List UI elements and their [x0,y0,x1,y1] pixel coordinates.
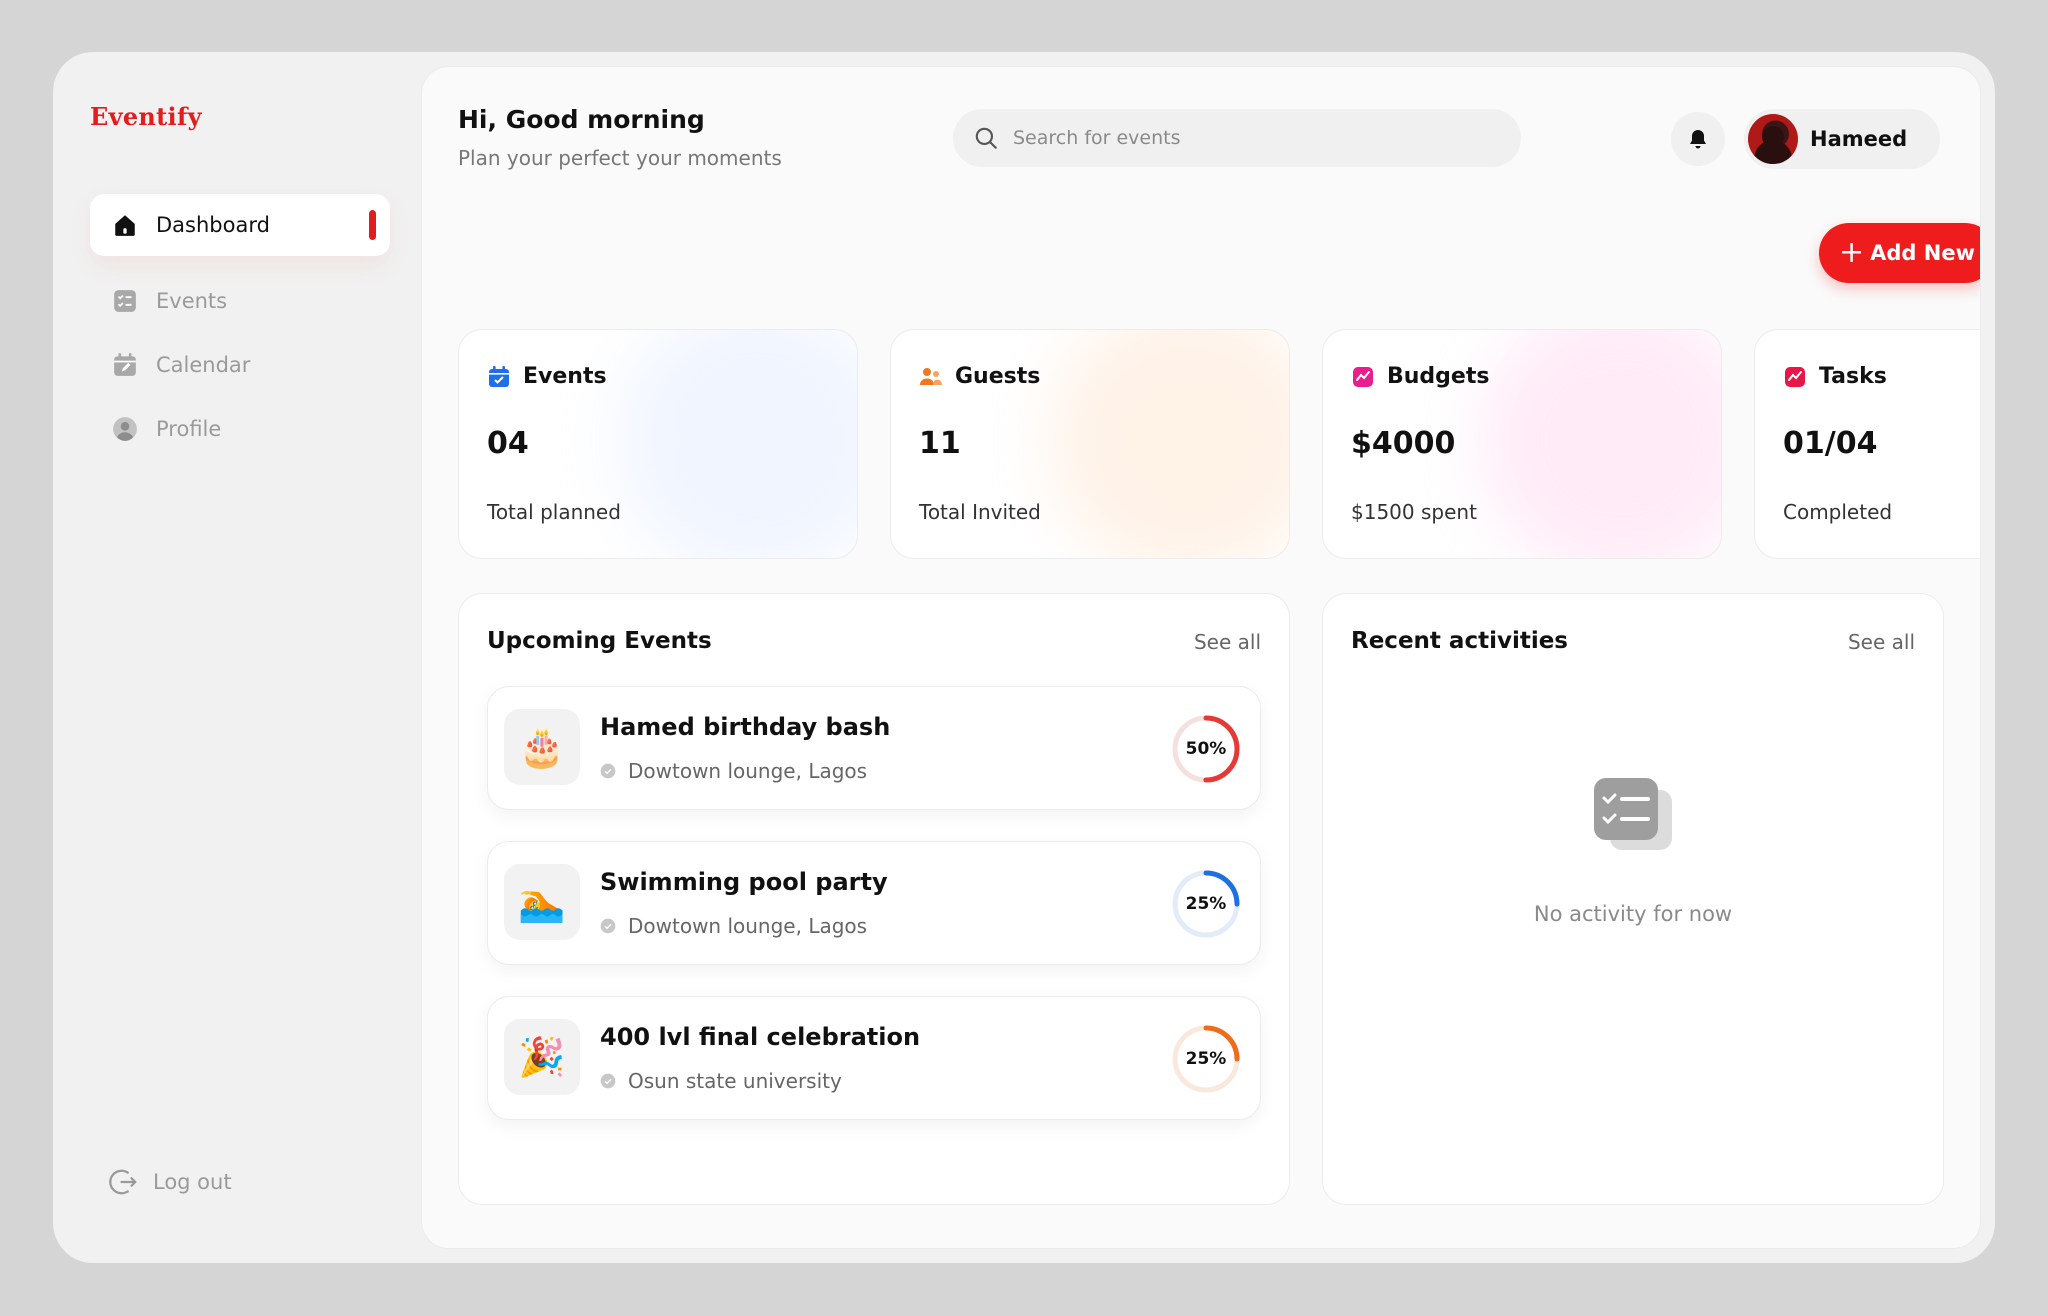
stat-value: 11 [919,426,961,461]
location-icon [600,918,616,934]
stat-label: Budgets [1387,364,1490,389]
empty-checklist-icon [1594,778,1672,850]
panel-title: Recent activities [1351,628,1568,654]
empty-state: No activity for now [1323,776,1943,926]
chart-icon [1353,366,1373,387]
stat-value: 04 [487,426,529,461]
empty-text: No activity for now [1533,902,1733,926]
calendar-check-icon [489,365,509,387]
chart-icon [1785,366,1805,387]
app-window: Eventify Dashboard Events Calendar Profi… [53,52,1995,1263]
stat-caption: $1500 spent [1351,500,1477,524]
card-glow [1481,330,1721,558]
progress-label: 25% [1185,1049,1227,1069]
search-bar[interactable] [953,109,1521,167]
bell-icon [1690,130,1706,149]
stat-caption: Total Invited [919,500,1041,524]
sidebar-item-label: Dashboard [156,213,270,237]
brand-logo: Eventify [90,102,202,131]
event-title: Swimming pool party [600,868,888,896]
home-icon [112,212,138,238]
pool-icon: 🏊 [504,864,580,940]
event-card[interactable]: 🎉 400 lvl final celebration Osun state u… [487,996,1261,1120]
logout-label: Log out [153,1170,232,1194]
greeting-subtitle: Plan your perfect your moments [458,146,782,170]
sidebar-item-dashboard[interactable]: Dashboard [90,194,390,256]
notification-button[interactable] [1671,112,1725,166]
progress-ring: 50% [1170,713,1242,785]
stat-label: Events [523,364,607,389]
location-icon [600,1073,616,1089]
user-circle-icon [112,416,138,442]
logout-button[interactable]: Log out [109,1167,232,1197]
avatar [1748,114,1798,164]
checklist-icon [112,288,138,314]
party-popper-icon: 🎉 [504,1019,580,1095]
progress-label: 25% [1185,894,1227,914]
stat-card-budgets[interactable]: Budgets $4000 $1500 spent [1322,329,1722,559]
sidebar-item-events[interactable]: Events [90,270,390,332]
stat-card-guests[interactable]: Guests 11 Total Invited [890,329,1290,559]
add-new-button[interactable]: + Add New [1819,223,1980,283]
event-location: Dowtown lounge, Lagos [628,759,868,783]
active-indicator [369,210,376,240]
calendar-edit-icon [112,352,138,378]
recent-activities-panel: Recent activities See all No activity fo… [1322,593,1944,1205]
stat-card-tasks[interactable]: Tasks 01/04 Completed [1754,329,1980,559]
logout-icon [109,1167,139,1197]
stat-label: Guests [955,364,1041,389]
event-location: Dowtown lounge, Lagos [628,914,868,938]
users-icon [920,367,942,385]
plus-icon: + [1839,235,1865,270]
event-card[interactable]: 🏊 Swimming pool party Dowtown lounge, La… [487,841,1261,965]
sidebar-item-label: Calendar [156,353,251,377]
upcoming-events-panel: Upcoming Events See all 🎂 Hamed birthday… [458,593,1290,1205]
see-all-link[interactable]: See all [1194,630,1261,654]
stat-value: $4000 [1351,426,1456,461]
search-input[interactable] [1013,127,1493,149]
stat-caption: Total planned [487,500,621,524]
progress-ring: 25% [1170,868,1242,940]
event-card[interactable]: 🎂 Hamed birthday bash Dowtown lounge, La… [487,686,1261,810]
see-all-link[interactable]: See all [1848,630,1915,654]
sidebar-item-label: Profile [156,417,222,441]
event-location: Osun state university [628,1069,842,1093]
greeting-title: Hi, Good morning [458,105,705,134]
search-icon [975,127,997,149]
progress-label: 50% [1185,739,1227,759]
sidebar-item-calendar[interactable]: Calendar [90,334,390,396]
sidebar-item-profile[interactable]: Profile [90,398,390,460]
stat-caption: Completed [1783,500,1893,524]
user-menu[interactable]: Hameed [1744,109,1940,169]
sidebar-nav: Dashboard Events Calendar Profile [90,194,390,462]
progress-ring: 25% [1170,1023,1242,1095]
stat-value: 01/04 [1783,426,1878,461]
event-title: 400 lvl final celebration [600,1023,921,1051]
card-glow [617,330,857,558]
stat-card-events[interactable]: Events 04 Total planned [458,329,858,559]
cake-icon: 🎂 [504,709,580,785]
add-new-label: Add New [1870,241,1975,265]
main-panel: Hi, Good morning Plan your perfect your … [421,66,1981,1249]
event-title: Hamed birthday bash [600,713,891,741]
user-name: Hameed [1810,127,1908,151]
card-glow [1049,330,1289,558]
panel-title: Upcoming Events [487,628,712,654]
stat-label: Tasks [1819,364,1887,389]
greeting: Hi, Good morning Plan your perfect your … [458,105,782,170]
sidebar-item-label: Events [156,289,228,313]
location-icon [600,763,616,779]
